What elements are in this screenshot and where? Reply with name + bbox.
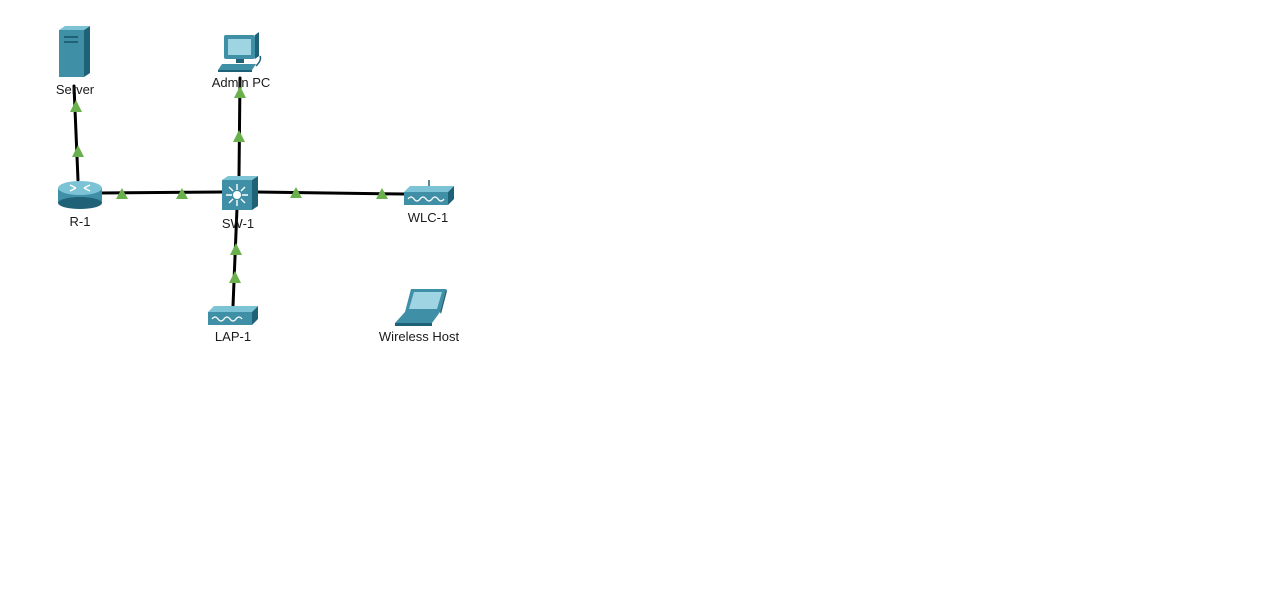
device-wlc1[interactable]: WLC-1 [404, 180, 454, 225]
device-r1[interactable]: R-1 [58, 181, 102, 229]
link-up-indicator [233, 130, 245, 142]
device-admin-pc[interactable]: Admin PC [212, 32, 271, 90]
link-r1-sw1[interactable] [98, 190, 224, 195]
link-up-indicator [229, 271, 241, 283]
device-sw1[interactable]: SW-1 [222, 176, 258, 231]
device-label: Admin PC [212, 75, 271, 90]
device-label: LAP-1 [215, 329, 251, 344]
link-up-indicator [230, 243, 242, 255]
device-wireless-host[interactable]: Wireless Host [379, 289, 460, 344]
device-label: R-1 [70, 214, 91, 229]
device-label: WLC-1 [408, 210, 448, 225]
server-icon [59, 26, 90, 77]
device-lap1[interactable]: LAP-1 [208, 306, 258, 344]
laptop-icon [395, 289, 447, 326]
wireless-lan-controller-icon [404, 180, 454, 205]
link-up-indicator [72, 145, 84, 157]
device-label: Wireless Host [379, 329, 460, 344]
multilayer-switch-icon [222, 176, 258, 210]
network-topology-canvas: Server Admin PC R-1 SW-1 WLC-1 LAP-1 Wir… [56, 26, 460, 344]
device-label: SW-1 [222, 216, 254, 231]
device-label: Server [56, 82, 95, 97]
desktop-pc-icon [218, 32, 262, 72]
router-icon [58, 181, 102, 209]
device-server[interactable]: Server [56, 26, 95, 97]
link-up-indicator [70, 100, 82, 112]
lightweight-access-point-icon [208, 306, 258, 325]
